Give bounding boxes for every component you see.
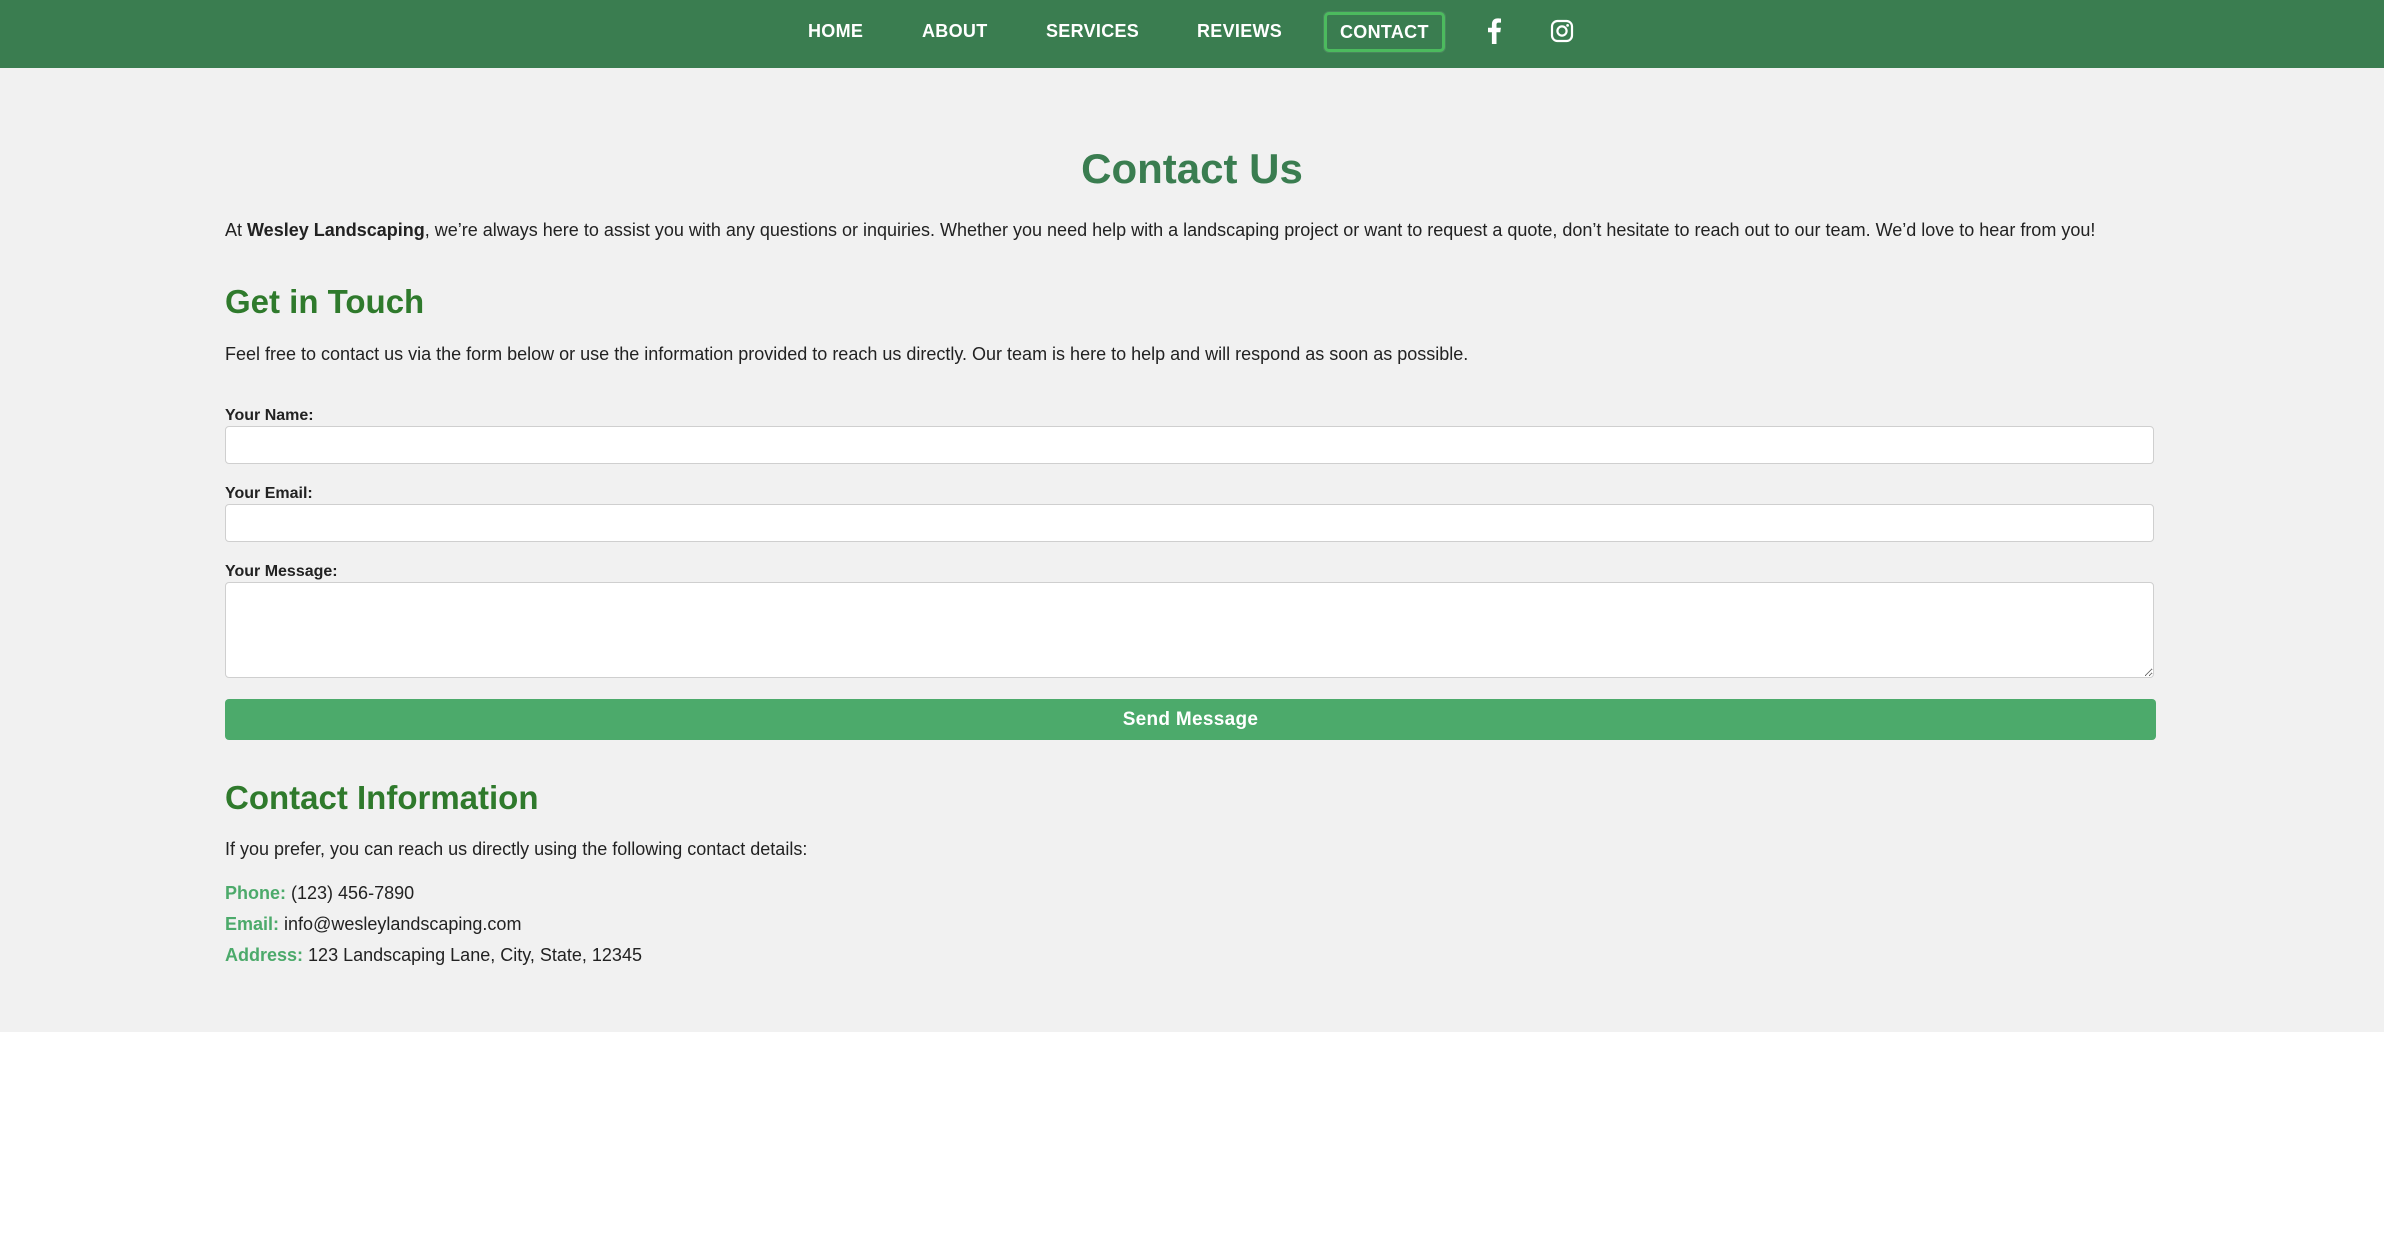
- email-input[interactable]: [225, 504, 2154, 542]
- nav-services-link[interactable]: SERVICES: [1046, 14, 1139, 48]
- phone-line: Phone: (123) 456-7890: [225, 883, 414, 904]
- address-value: 123 Landscaping Lane, City, State, 12345: [308, 945, 642, 965]
- contact-information-heading: Contact Information: [225, 779, 539, 816]
- email-contact-value: info@wesleylandscaping.com: [284, 914, 522, 934]
- send-message-button[interactable]: Send Message: [225, 699, 2156, 740]
- phone-value: (123) 456-7890: [291, 883, 415, 903]
- address-line: Address: 123 Landscaping Lane, City, Sta…: [225, 945, 642, 966]
- contact-information-text: If you prefer, you can reach us directly…: [225, 839, 808, 859]
- brand-name: Wesley Landscaping: [247, 220, 425, 240]
- intro-prefix: At: [225, 220, 248, 240]
- facebook-icon[interactable]: [1480, 17, 1508, 45]
- page-title: Contact Us: [1081, 145, 1303, 192]
- get-in-touch-text: Feel free to contact us via the form bel…: [225, 344, 1469, 364]
- nav-reviews-link[interactable]: REVIEWS: [1197, 14, 1282, 48]
- message-label: Your Message:: [225, 563, 338, 580]
- get-in-touch-heading: Get in Touch: [225, 283, 425, 320]
- name-input[interactable]: [225, 426, 2154, 464]
- name-label: Your Name:: [225, 407, 314, 424]
- address-label: Address:: [225, 945, 304, 965]
- intro-suffix: , we’re always here to assist you with a…: [424, 220, 2096, 240]
- top-navigation-bar: HOME ABOUT SERVICES REVIEWS CONTACT: [0, 0, 2384, 68]
- intro-paragraph: At Wesley Landscaping, we’re always here…: [225, 220, 2175, 241]
- email-line: Email: info@wesleylandscaping.com: [225, 914, 521, 935]
- nav-contact-link[interactable]: CONTACT: [1324, 12, 1445, 52]
- nav-menu: HOME ABOUT SERVICES REVIEWS CONTACT: [0, 0, 2384, 64]
- facebook-glyph: [1488, 18, 1501, 44]
- phone-label: Phone:: [225, 883, 286, 903]
- instagram-glyph: [1550, 19, 1574, 43]
- nav-home-link[interactable]: HOME: [808, 14, 863, 48]
- message-textarea[interactable]: [225, 582, 2154, 678]
- nav-about-link[interactable]: ABOUT: [922, 14, 988, 48]
- instagram-icon[interactable]: [1548, 17, 1576, 45]
- email-label: Your Email:: [225, 485, 313, 502]
- email-contact-label: Email:: [225, 914, 280, 934]
